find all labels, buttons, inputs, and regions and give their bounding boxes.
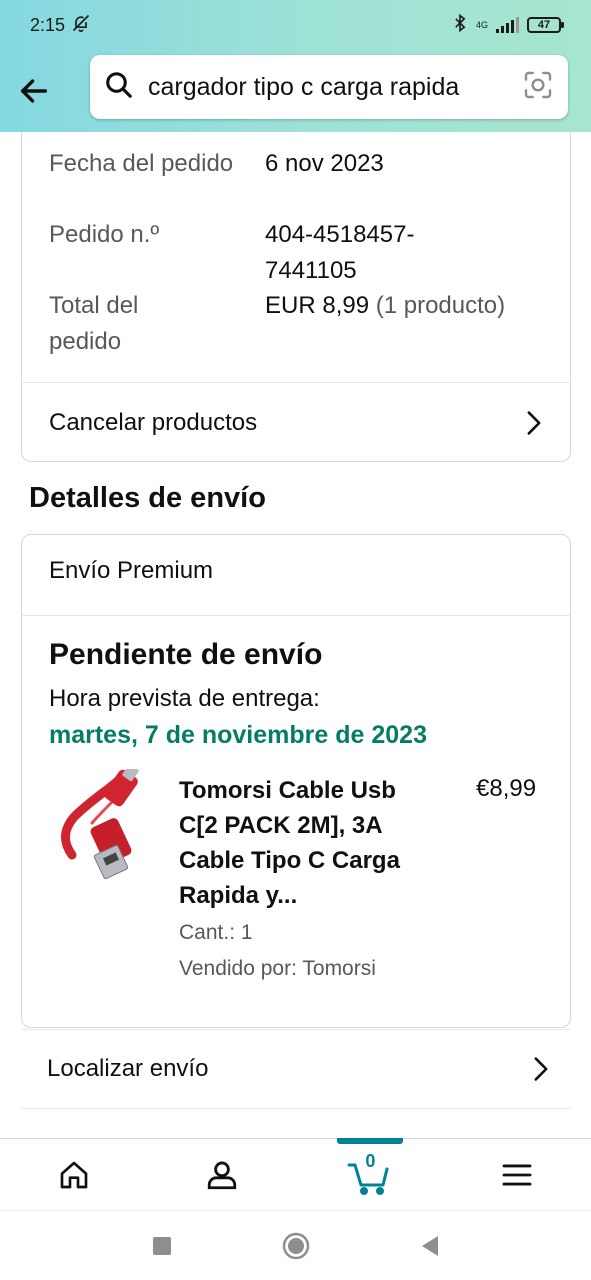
order-number-label: Pedido n.º [49,221,160,248]
nav-menu[interactable] [443,1139,591,1210]
chevron-right-icon [534,1057,548,1081]
back-button[interactable] [4,61,64,121]
recents-button[interactable] [152,1236,172,1256]
cart-count-badge: 0 [365,1151,376,1171]
home-icon [60,1161,88,1188]
order-date-label: Fecha del pedido [49,150,234,177]
top-bar: 2:15 4G 47 cargador tipo c carga rapida [0,0,591,132]
back-arrow-icon [20,79,48,103]
chevron-right-icon [527,411,541,435]
status-right: 4G 47 [452,13,564,38]
order-total-amount: EUR 8,99 [265,292,370,319]
account-icon [207,1161,236,1189]
product-image[interactable] [52,764,148,881]
mute-bell-icon [71,13,91,38]
order-content: Fecha del pedido 6 nov 2023 Pedido n.º 4… [0,132,591,1138]
cancel-products-label: Cancelar productos [49,409,258,436]
delivery-estimate-date: martes, 7 de noviembre de 2023 [49,721,427,749]
bluetooth-icon [452,13,468,38]
system-nav-bar [0,1210,591,1280]
status-time: 2:15 [30,14,66,35]
battery-level: 47 [537,19,551,31]
shipment-card: Envío Premium Pendiente de envío Hora pr… [21,534,571,1028]
back-system-button[interactable] [420,1235,440,1257]
shipment-status: Pendiente de envío [49,638,323,671]
square-icon [152,1236,171,1255]
cancel-products-button[interactable]: Cancelar productos [22,383,570,463]
search-query: cargador tipo c carga rapida [148,72,460,101]
home-system-button[interactable] [282,1232,310,1260]
order-total-value: EUR 8,99 (1 producto) [265,288,555,324]
product-price: €8,99 [476,775,537,802]
signal-icon [496,17,519,33]
triangle-back-icon [421,1235,438,1256]
active-tab-indicator [336,1138,403,1144]
bottom-nav: 0 [0,1138,591,1210]
track-shipment-label: Localizar envío [47,1055,209,1082]
shipping-section-title: Detalles de envío [29,482,266,514]
circle-icon [282,1232,309,1259]
delivery-estimate-label: Hora prevista de entrega: [49,685,320,712]
product-title-link[interactable]: Tomorsi Cable Usb C[2 PACK 2M], 3A Cable… [179,773,429,913]
order-date-value: 6 nov 2023 [265,150,384,177]
status-left: 2:15 [30,13,91,38]
track-shipment-button[interactable]: Localizar envío [21,1029,571,1109]
camera-scan-icon[interactable] [522,69,554,106]
battery-icon: 47 [527,17,564,33]
status-bar: 2:15 4G 47 [0,0,591,50]
header: cargador tipo c carga rapida [0,50,591,132]
search-icon [104,70,134,105]
nav-home[interactable] [0,1139,148,1210]
order-summary-card: Fecha del pedido 6 nov 2023 Pedido n.º 4… [21,132,571,462]
nav-account[interactable] [148,1139,296,1210]
nav-cart[interactable]: 0 [296,1138,444,1210]
product-quantity: Cant.: 1 [179,921,253,944]
product-seller: Vendido por: Tomorsi [179,957,376,980]
order-total-label: Total del pedido [49,292,139,355]
order-number-value: 404-4518457-7441105 [265,221,415,284]
network-type: 4G [475,20,488,30]
menu-icon [502,1163,532,1186]
shipping-type: Envío Premium [49,557,214,584]
search-input[interactable]: cargador tipo c carga rapida [90,55,568,119]
divider [22,615,570,616]
order-total-count: (1 producto) [375,292,506,319]
